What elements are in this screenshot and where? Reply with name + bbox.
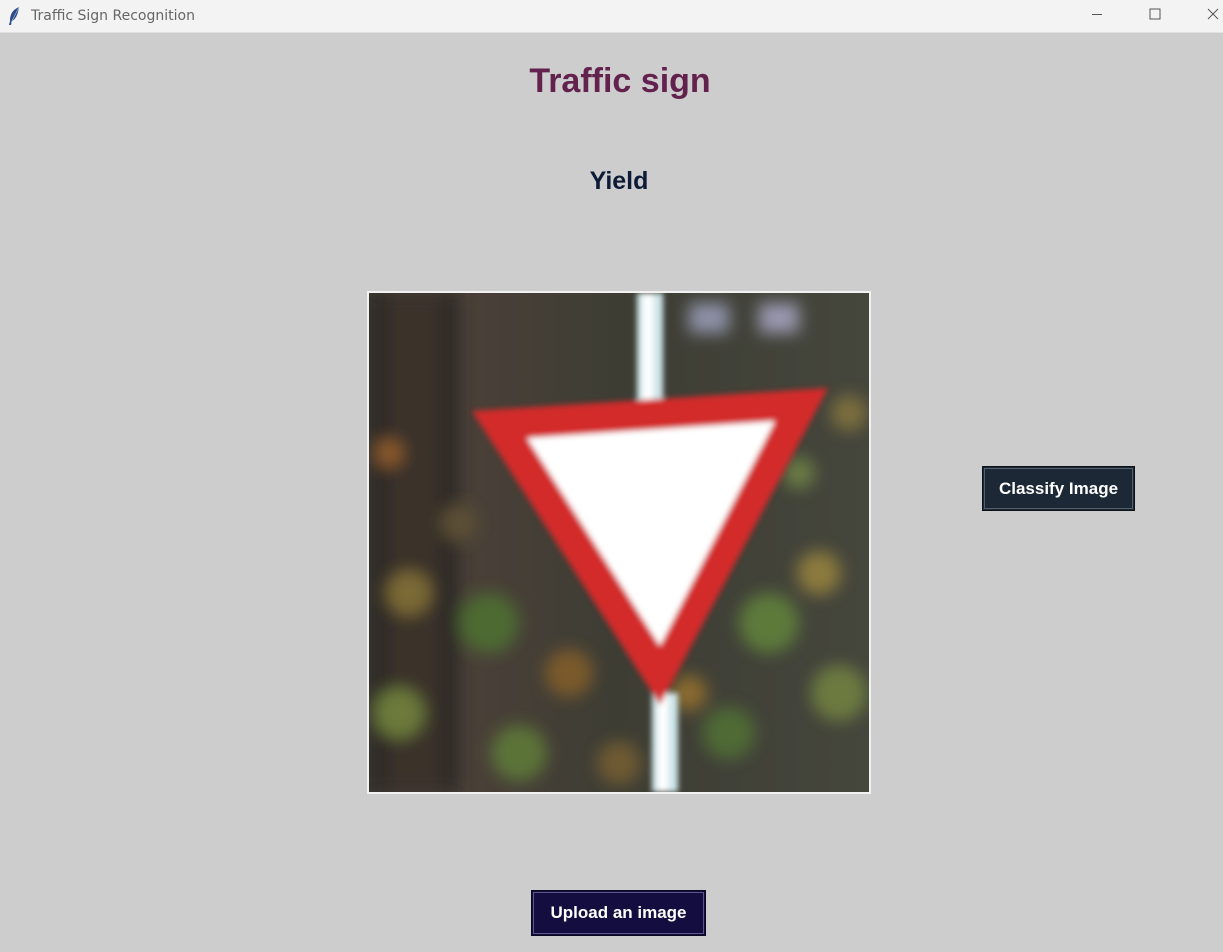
- upload-image-button[interactable]: Upload an image: [531, 890, 706, 936]
- window-title: Traffic Sign Recognition: [31, 8, 195, 24]
- minimize-icon: [1091, 7, 1103, 25]
- close-icon: [1207, 7, 1219, 25]
- maximize-button[interactable]: [1132, 0, 1178, 32]
- close-button[interactable]: [1190, 0, 1223, 32]
- page-title: Traffic sign: [529, 62, 711, 100]
- maximize-icon: [1149, 7, 1161, 25]
- uploaded-image: [367, 291, 871, 794]
- title-bar: Traffic Sign Recognition: [0, 0, 1223, 33]
- feather-icon: [7, 6, 21, 26]
- classify-image-button[interactable]: Classify Image: [982, 466, 1135, 511]
- prediction-label: Yield: [589, 167, 649, 195]
- minimize-button[interactable]: [1074, 0, 1120, 32]
- app-window-content: Traffic sign Yield Classify Image Upload…: [0, 34, 1223, 952]
